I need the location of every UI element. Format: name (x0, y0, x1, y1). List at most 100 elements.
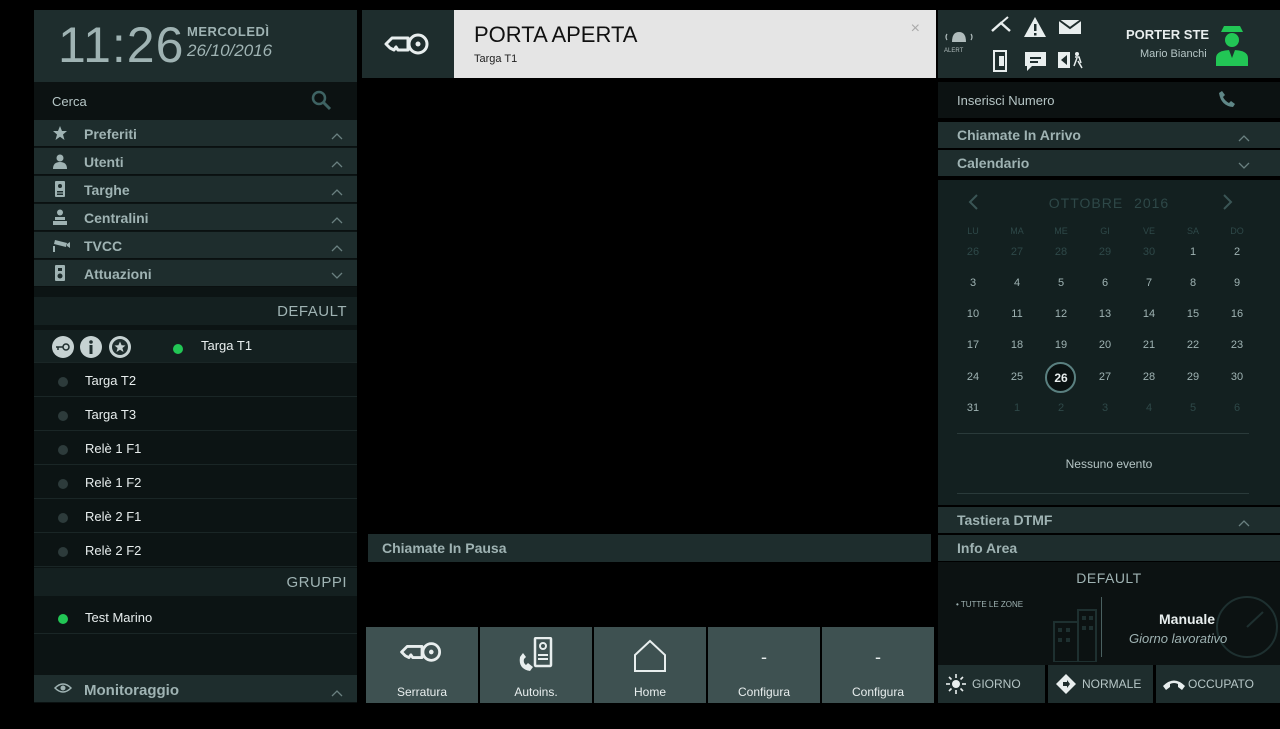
calendar-section[interactable]: Calendario (938, 150, 1280, 176)
number-input[interactable]: Inserisci Numero (938, 82, 1280, 118)
calendar-day[interactable]: 15 (1178, 308, 1208, 320)
calendar-day[interactable]: 2 (1222, 246, 1252, 258)
calendar-day[interactable]: 6 (1222, 402, 1252, 414)
calendar-day[interactable]: 14 (1134, 308, 1164, 320)
calendar-day[interactable]: 28 (1046, 246, 1076, 258)
alert-button[interactable]: ALERT (942, 28, 978, 59)
default-group-header: DEFAULT (34, 297, 357, 325)
calendar-day[interactable]: 7 (1134, 277, 1164, 289)
actuation-label: Relè 1 F1 (85, 441, 142, 456)
sun-icon (946, 674, 966, 699)
warning-button[interactable] (1020, 13, 1051, 44)
sidebar-section-attuazioni[interactable]: Attuazioni (34, 260, 357, 287)
configura-button-1[interactable]: - Configura (708, 627, 820, 703)
incoming-calls-section[interactable]: Chiamate In Arrivo (938, 122, 1280, 148)
key-icon[interactable] (52, 336, 74, 358)
calendar-day[interactable]: 4 (1134, 402, 1164, 414)
chat-button[interactable] (1020, 46, 1051, 77)
configura-button-2[interactable]: - Configura (822, 627, 934, 703)
calendar-day[interactable]: 30 (1134, 246, 1164, 258)
chevron-up-icon (1238, 129, 1250, 147)
calendar-day[interactable]: 19 (1046, 339, 1076, 351)
calendar-day[interactable]: 1 (1178, 246, 1208, 258)
calendar-day[interactable]: 26 (958, 246, 988, 258)
weekday-label: MA (1010, 226, 1024, 236)
porter-avatar-icon (1213, 22, 1251, 71)
calendar-day[interactable]: 30 (1222, 371, 1252, 383)
calendar-day[interactable]: 10 (958, 308, 988, 320)
actuation-row[interactable]: Relè 1 F2 (34, 466, 357, 499)
calendar-day[interactable]: 18 (1002, 339, 1032, 351)
actuation-row[interactable]: Targa T3 (34, 398, 357, 431)
sidebar-section-targhe[interactable]: Targhe (34, 176, 357, 203)
calendar-day[interactable]: 29 (1178, 371, 1208, 383)
calendar-day[interactable]: 11 (1002, 308, 1032, 320)
serratura-button[interactable]: Serratura (366, 627, 478, 703)
calendar-day[interactable]: 9 (1222, 277, 1252, 289)
calendar-day[interactable]: 2 (1046, 402, 1076, 414)
calendar-day[interactable]: 12 (1046, 308, 1076, 320)
calendar-day[interactable]: 27 (1002, 246, 1032, 258)
home-button[interactable]: Home (594, 627, 706, 703)
calendar-day[interactable]: 25 (1002, 371, 1032, 383)
calendar-day[interactable]: 4 (1002, 277, 1032, 289)
autoins-button[interactable]: Autoins. (480, 627, 592, 703)
calendar-day[interactable]: 16 (1222, 308, 1252, 320)
group-row[interactable]: Test Marino (34, 601, 357, 634)
search-icon[interactable] (309, 88, 333, 117)
calendar-day[interactable]: 29 (1090, 246, 1120, 258)
calendar-day[interactable]: 28 (1134, 371, 1164, 383)
giorno-button[interactable]: GIORNO (938, 665, 1045, 703)
sidebar-section-preferiti[interactable]: Preferiti (34, 120, 357, 147)
chevron-up-icon (331, 183, 343, 201)
favorite-star-icon[interactable] (109, 336, 131, 358)
normale-button[interactable]: NORMALE (1048, 665, 1153, 703)
calendar-day[interactable]: 22 (1178, 339, 1208, 351)
calendar-day[interactable]: 5 (1178, 402, 1208, 414)
calendar-day[interactable]: 27 (1090, 371, 1120, 383)
calendar-day[interactable]: 21 (1134, 339, 1164, 351)
call-divert-button[interactable] (986, 13, 1017, 44)
calendar-day[interactable]: 5 (1046, 277, 1076, 289)
occupato-button[interactable]: OCCUPATO (1156, 665, 1280, 703)
close-icon[interactable]: × (911, 20, 920, 38)
info-area-section[interactable]: Info Area (938, 535, 1280, 561)
calendar-day[interactable]: 3 (958, 277, 988, 289)
dtmf-section[interactable]: Tastiera DTMF (938, 507, 1280, 533)
door-exit-button[interactable] (986, 46, 1017, 77)
search-input[interactable]: Cerca (34, 82, 357, 120)
actuation-row[interactable]: Relè 1 F1 (34, 432, 357, 465)
calendar-day[interactable]: 6 (1090, 277, 1120, 289)
phone-icon[interactable] (1218, 90, 1236, 113)
info-icon[interactable] (80, 336, 102, 358)
sidebar-section-tvcc[interactable]: TVCC (34, 232, 357, 259)
messages-button[interactable] (1055, 13, 1086, 44)
button-label: Serratura (396, 685, 448, 699)
actuation-row[interactable]: Targa T2 (34, 364, 357, 397)
calendar-day[interactable]: 23 (1222, 339, 1252, 351)
sidebar-section-utenti[interactable]: Utenti (34, 148, 357, 175)
chevron-up-icon (331, 211, 343, 229)
exit-button[interactable] (1055, 46, 1086, 77)
warning-icon (1020, 17, 1051, 45)
calendar-day[interactable]: 24 (958, 371, 988, 383)
calendar-day[interactable]: 20 (1090, 339, 1120, 351)
clock-time: 11:26 (58, 17, 185, 73)
actuation-row-targa-t1[interactable]: Targa T1 (34, 330, 357, 363)
calendar-day[interactable]: 13 (1090, 308, 1120, 320)
calendar-day[interactable]: 17 (958, 339, 988, 351)
sidebar-section-monitoraggio[interactable]: Monitoraggio (34, 675, 357, 703)
calendar-day-today[interactable]: 26 (1046, 371, 1076, 385)
info-day-type: Giorno lavorativo (1129, 631, 1228, 646)
chevron-down-icon (331, 267, 343, 285)
mode-label: NORMALE (1082, 677, 1142, 691)
actuation-row[interactable]: Relè 2 F1 (34, 500, 357, 533)
calendar-day[interactable]: 8 (1178, 277, 1208, 289)
actuation-label: Relè 1 F2 (85, 475, 142, 490)
calendar-day[interactable]: 1 (1002, 402, 1032, 414)
actuation-row[interactable]: Relè 2 F2 (34, 534, 357, 567)
handset-icon (1162, 677, 1186, 696)
calendar-day[interactable]: 31 (958, 402, 988, 414)
calendar-day[interactable]: 3 (1090, 402, 1120, 414)
sidebar-section-centralini[interactable]: Centralini (34, 204, 357, 231)
